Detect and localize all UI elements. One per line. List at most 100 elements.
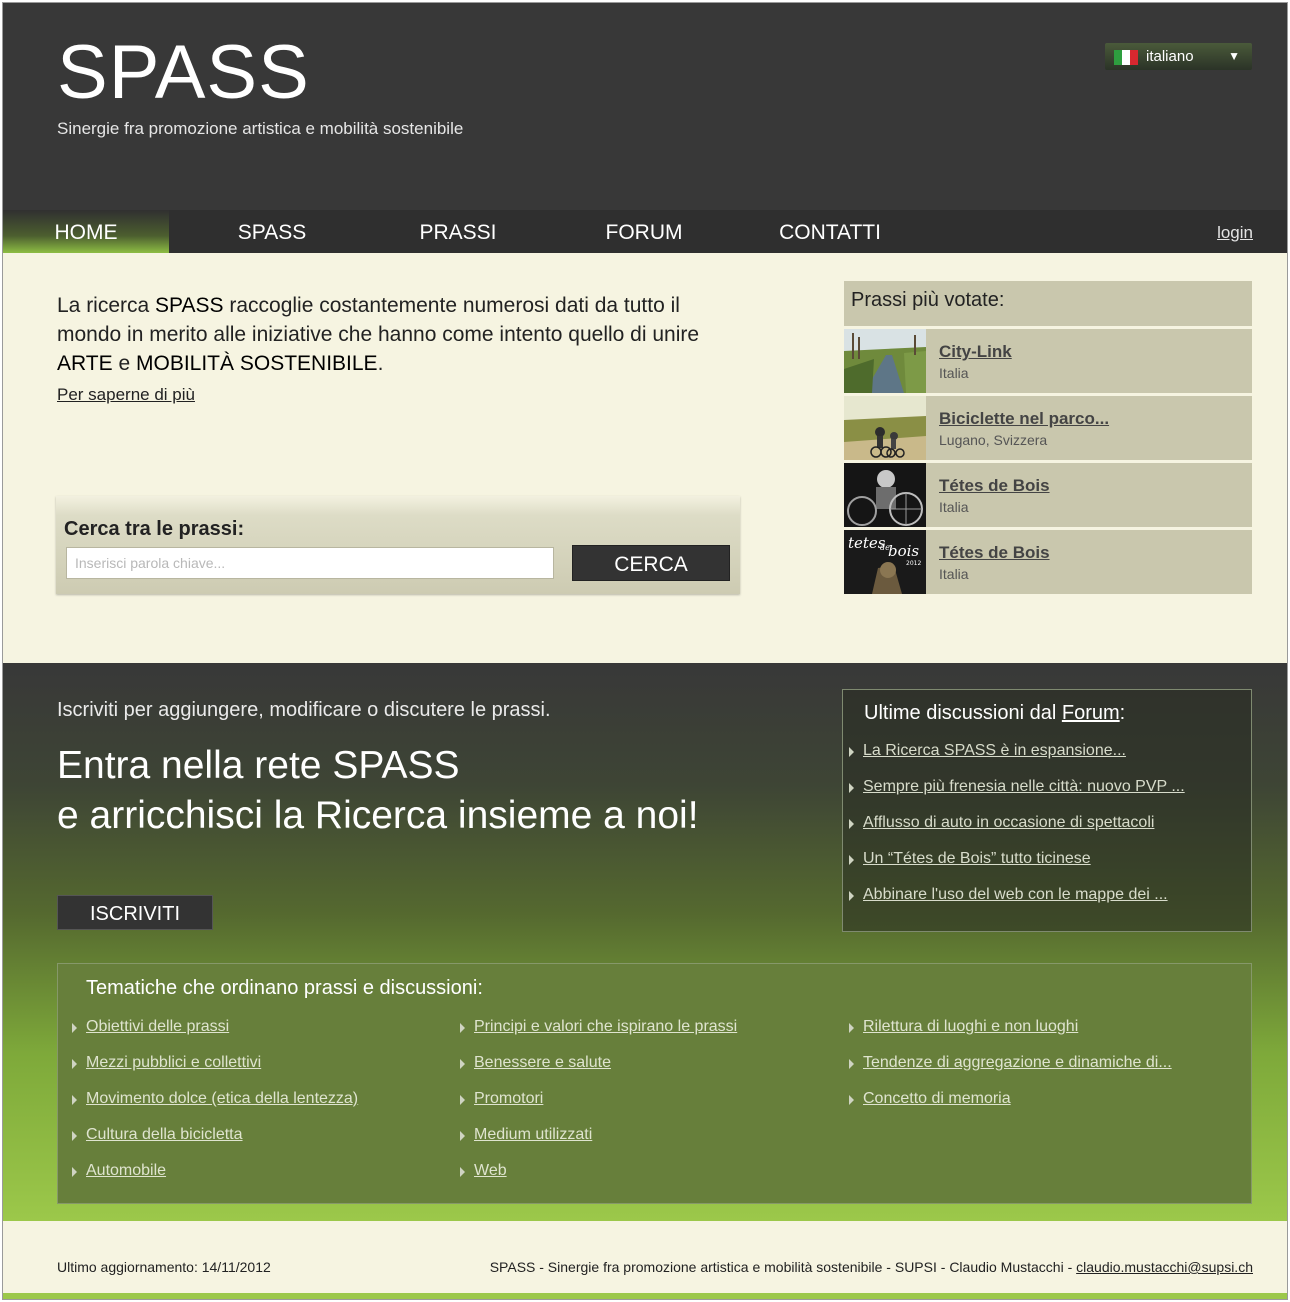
topic-link[interactable]: Medium utilizzati bbox=[474, 1126, 592, 1144]
intro-mobilita: MOBILITÀ SOSTENIBILE bbox=[136, 352, 378, 375]
bullet-arrow-icon bbox=[72, 1131, 77, 1141]
footer-credits: SPASS - Sinergie fra promozione artistic… bbox=[490, 1259, 1253, 1275]
forum-panel: Ultime discussioni dal Forum: La Ricerca… bbox=[842, 689, 1252, 932]
bullet-arrow-icon bbox=[72, 1167, 77, 1177]
bullet-arrow-icon bbox=[460, 1023, 465, 1033]
voted-item-title[interactable]: Biciclette nel parco... bbox=[939, 409, 1109, 429]
site-footer: Ultimo aggiornamento: 14/11/2012 SPASS -… bbox=[3, 1221, 1287, 1299]
bullet-arrow-icon bbox=[460, 1167, 465, 1177]
language-selector[interactable]: italiano ▼ bbox=[1105, 43, 1252, 70]
voted-item-tetes-de-bois-1[interactable]: Tétes de Bois Italia bbox=[844, 463, 1252, 527]
intro-text-a: La ricerca bbox=[57, 294, 156, 317]
top-voted-panel: Prassi più votate: City-Link Italia Bici… bbox=[844, 281, 1252, 594]
footer-email-link[interactable]: claudio.mustacchi@supsi.ch bbox=[1076, 1259, 1253, 1275]
forum-thread-link[interactable]: La Ricerca SPASS è in espansione... bbox=[863, 742, 1126, 760]
site-header: SPASS Sinergie fra promozione artistica … bbox=[3, 3, 1287, 210]
topic-link[interactable]: Mezzi pubblici e collettivi bbox=[86, 1054, 261, 1072]
bullet-arrow-icon bbox=[849, 1059, 854, 1069]
last-updated: Ultimo aggiornamento: 14/11/2012 bbox=[57, 1259, 271, 1275]
voted-thumbnail-tetes-de-bois-2: tetes de bois 2012 bbox=[844, 530, 926, 594]
voted-item-title[interactable]: City-Link bbox=[939, 342, 1012, 362]
voted-item-city-link[interactable]: City-Link Italia bbox=[844, 329, 1252, 393]
topic-link[interactable]: Promotori bbox=[474, 1090, 543, 1108]
bullet-arrow-icon bbox=[460, 1059, 465, 1069]
intro-spass: SPASS bbox=[155, 294, 224, 317]
login-link[interactable]: login bbox=[1217, 223, 1253, 243]
nav-item-contatti[interactable]: CONTATTI bbox=[747, 210, 913, 253]
voted-item-subtitle: Lugano, Svizzera bbox=[939, 432, 1048, 448]
voted-item-subtitle: Italia bbox=[939, 566, 969, 582]
forum-thread-link[interactable]: Abbinare l'uso del web con le mappe dei … bbox=[863, 886, 1168, 904]
intro-arte: ARTE bbox=[57, 352, 113, 375]
join-subtitle: Iscriviti per aggiungere, modificare o d… bbox=[57, 699, 551, 721]
forum-thread-link[interactable]: Un “Tétes de Bois” tutto ticinese bbox=[863, 850, 1091, 868]
bullet-arrow-icon bbox=[849, 747, 854, 757]
chevron-down-icon: ▼ bbox=[1228, 49, 1240, 63]
topic-link[interactable]: Automobile bbox=[86, 1162, 166, 1180]
voted-item-subtitle: Italia bbox=[939, 365, 969, 381]
thumb-text-year: 2012 bbox=[906, 560, 921, 567]
voted-thumbnail-city-link bbox=[844, 329, 926, 393]
main-nav: HOME SPASS PRASSI FORUM CONTATTI login bbox=[3, 210, 1287, 253]
bullet-arrow-icon bbox=[72, 1059, 77, 1069]
topic-link[interactable]: Rilettura di luoghi e non luoghi bbox=[863, 1018, 1078, 1036]
forum-title: Ultime discussioni dal Forum: bbox=[864, 702, 1125, 725]
search-input[interactable] bbox=[66, 547, 554, 579]
thumb-text-bois: bois bbox=[888, 542, 919, 560]
topic-link[interactable]: Cultura della bicicletta bbox=[86, 1126, 243, 1144]
bullet-arrow-icon bbox=[460, 1095, 465, 1105]
voted-thumbnail-biciclette bbox=[844, 396, 926, 460]
nav-item-spass[interactable]: SPASS bbox=[189, 210, 355, 253]
voted-item-subtitle: Italia bbox=[939, 499, 969, 515]
nav-item-forum[interactable]: FORUM bbox=[561, 210, 727, 253]
language-label: italiano bbox=[1146, 48, 1194, 65]
bullet-arrow-icon bbox=[460, 1131, 465, 1141]
voted-item-title[interactable]: Tétes de Bois bbox=[939, 543, 1050, 563]
topic-link[interactable]: Obiettivi delle prassi bbox=[86, 1018, 229, 1036]
topic-link[interactable]: Web bbox=[474, 1162, 507, 1180]
nav-item-home[interactable]: HOME bbox=[3, 210, 169, 253]
forum-link[interactable]: Forum bbox=[1062, 702, 1120, 724]
register-button[interactable]: ISCRIVITI bbox=[57, 895, 213, 930]
topic-link[interactable]: Benessere e salute bbox=[474, 1054, 611, 1072]
site-logo[interactable]: SPASS bbox=[57, 29, 310, 116]
intro-text-d: . bbox=[377, 352, 384, 375]
voted-item-title[interactable]: Tétes de Bois bbox=[939, 476, 1050, 496]
community-section: Iscriviti per aggiungere, modificare o d… bbox=[3, 663, 1287, 1221]
nav-item-prassi[interactable]: PRASSI bbox=[375, 210, 541, 253]
topic-link[interactable]: Concetto di memoria bbox=[863, 1090, 1011, 1108]
voted-item-tetes-de-bois-2[interactable]: tetes de bois 2012 Tétes de Bois Italia bbox=[844, 530, 1252, 594]
learn-more-link[interactable]: Per saperne di più bbox=[57, 385, 195, 405]
bullet-arrow-icon bbox=[72, 1095, 77, 1105]
footer-credits-text: SPASS - Sinergie fra promozione artistic… bbox=[489, 1259, 1077, 1275]
topic-link[interactable]: Tendenze di aggregazione e dinamiche di.… bbox=[863, 1054, 1172, 1072]
forum-title-suffix: : bbox=[1119, 702, 1126, 724]
footer-accent-bar bbox=[3, 1293, 1287, 1299]
intro-text-c: e bbox=[112, 352, 136, 375]
bullet-arrow-icon bbox=[849, 783, 854, 793]
join-headline-line1: Entra nella rete SPASS bbox=[57, 744, 460, 787]
join-headline-line2: e arricchisci la Ricerca insieme a noi! bbox=[57, 794, 699, 837]
bullet-arrow-icon bbox=[849, 1023, 854, 1033]
topics-title: Tematiche che ordinano prassi e discussi… bbox=[86, 977, 483, 999]
forum-thread-link[interactable]: Sempre più frenesia nelle città: nuovo P… bbox=[863, 778, 1185, 796]
site-tagline: Sinergie fra promozione artistica e mobi… bbox=[57, 119, 464, 138]
topic-link[interactable]: Movimento dolce (etica della lentezza) bbox=[86, 1090, 358, 1108]
bullet-arrow-icon bbox=[849, 1095, 854, 1105]
topic-link[interactable]: Principi e valori che ispirano le prassi bbox=[474, 1018, 737, 1036]
intro-paragraph: La ricerca SPASS raccoglie costantemente… bbox=[57, 291, 737, 378]
voted-item-biciclette[interactable]: Biciclette nel parco... Lugano, Svizzera bbox=[844, 396, 1252, 460]
search-panel: Cerca tra le prassi: CERCA bbox=[56, 496, 740, 594]
search-title: Cerca tra le prassi: bbox=[64, 518, 245, 540]
bullet-arrow-icon bbox=[849, 891, 854, 901]
bullet-arrow-icon bbox=[849, 819, 854, 829]
top-voted-title: Prassi più votate: bbox=[844, 281, 1252, 326]
topics-panel: Tematiche che ordinano prassi e discussi… bbox=[57, 963, 1252, 1204]
forum-title-prefix: Ultime discussioni dal bbox=[864, 702, 1062, 724]
search-button[interactable]: CERCA bbox=[572, 545, 730, 581]
forum-thread-link[interactable]: Afflusso di auto in occasione di spettac… bbox=[863, 814, 1154, 832]
bullet-arrow-icon bbox=[849, 855, 854, 865]
italy-flag-icon bbox=[1114, 50, 1138, 65]
join-headline: Entra nella rete SPASS e arricchisci la … bbox=[57, 741, 699, 841]
voted-thumbnail-tetes-de-bois-1 bbox=[844, 463, 926, 527]
